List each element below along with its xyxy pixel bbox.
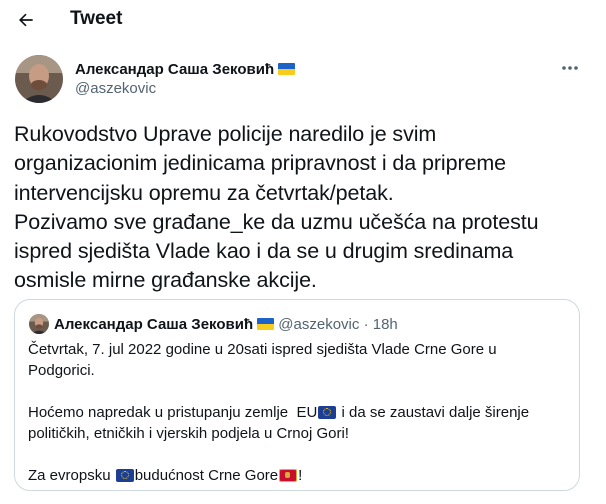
tweet-line: Rukovodstvo Uprave policije naredilo je … [14,122,437,146]
arrow-left-icon [18,13,33,27]
quote-text: Za evropsku [28,467,115,484]
quote-separator: · [363,316,369,333]
top-bar: Tweet [0,0,606,40]
quote-header: Александар Саша Зековић @aszekovic · 18h [54,315,398,334]
author-handle[interactable]: @aszekovic [75,80,156,98]
quoted-tweet[interactable]: Александар Саша Зековић @aszekovic · 18h… [14,299,580,491]
author-name[interactable]: Александар Саша Зековић [75,61,296,79]
montenegro-flag-icon [279,469,298,482]
eu-flag-icon [115,469,134,482]
tweet-line: osmisle mirne građanske akcije. [14,268,317,293]
tweet-line: Pozivamo sve građane_ke da uzmu učešća n… [14,209,539,234]
quote-line: Hoćemo napredak u pristupanju zemlje EU … [28,402,568,423]
quote-author-handle: @aszekovic [278,316,360,333]
quote-text: i da se zaustavi dalje širenje [337,404,530,421]
tweet-line: organizacionim jedinicama pripravnost i … [14,151,507,176]
more-options-button[interactable] [556,58,584,78]
quote-line: Četvrtak, 7. jul 2022 godine u 20sati is… [28,341,497,358]
back-button[interactable] [12,6,40,34]
eu-flag-icon [318,406,337,419]
more-horizontal-icon [562,66,578,70]
quote-avatar [29,314,49,334]
quote-text: ! [298,467,303,484]
quote-body: Četvrtak, 7. jul 2022 godine u 20sati is… [28,339,568,486]
tweet-line: intervencijsku opremu za četvrtak/petak. [14,180,394,205]
tweet-line: ispred sjedišta Vlade kao i da se u drug… [14,239,514,264]
quote-text: Hoćemo napredak u pristupanju zemlje EU [28,404,318,421]
tweet-text: Rukovodstvo Uprave policije naredilo je … [14,120,594,296]
ukraine-flag-icon [257,318,275,330]
avatar-image [15,55,63,103]
quote-text: budućnost Crne Gore [134,467,279,484]
page-title: Tweet [70,8,123,29]
author-name-text: Александар Саша Зековић [75,61,275,78]
ukraine-flag-icon [278,63,296,75]
quote-line: političkih, etničkih i vjerskih podjela … [28,425,349,442]
quote-time: 18h [372,316,398,333]
quote-author-name: Александар Саша Зековић [54,316,254,333]
quote-avatar-image [29,314,49,334]
avatar[interactable] [15,55,63,103]
quote-line: Za evropsku budućnost Crne Gore! [28,465,568,486]
quote-line: Podgorici. [28,362,95,379]
